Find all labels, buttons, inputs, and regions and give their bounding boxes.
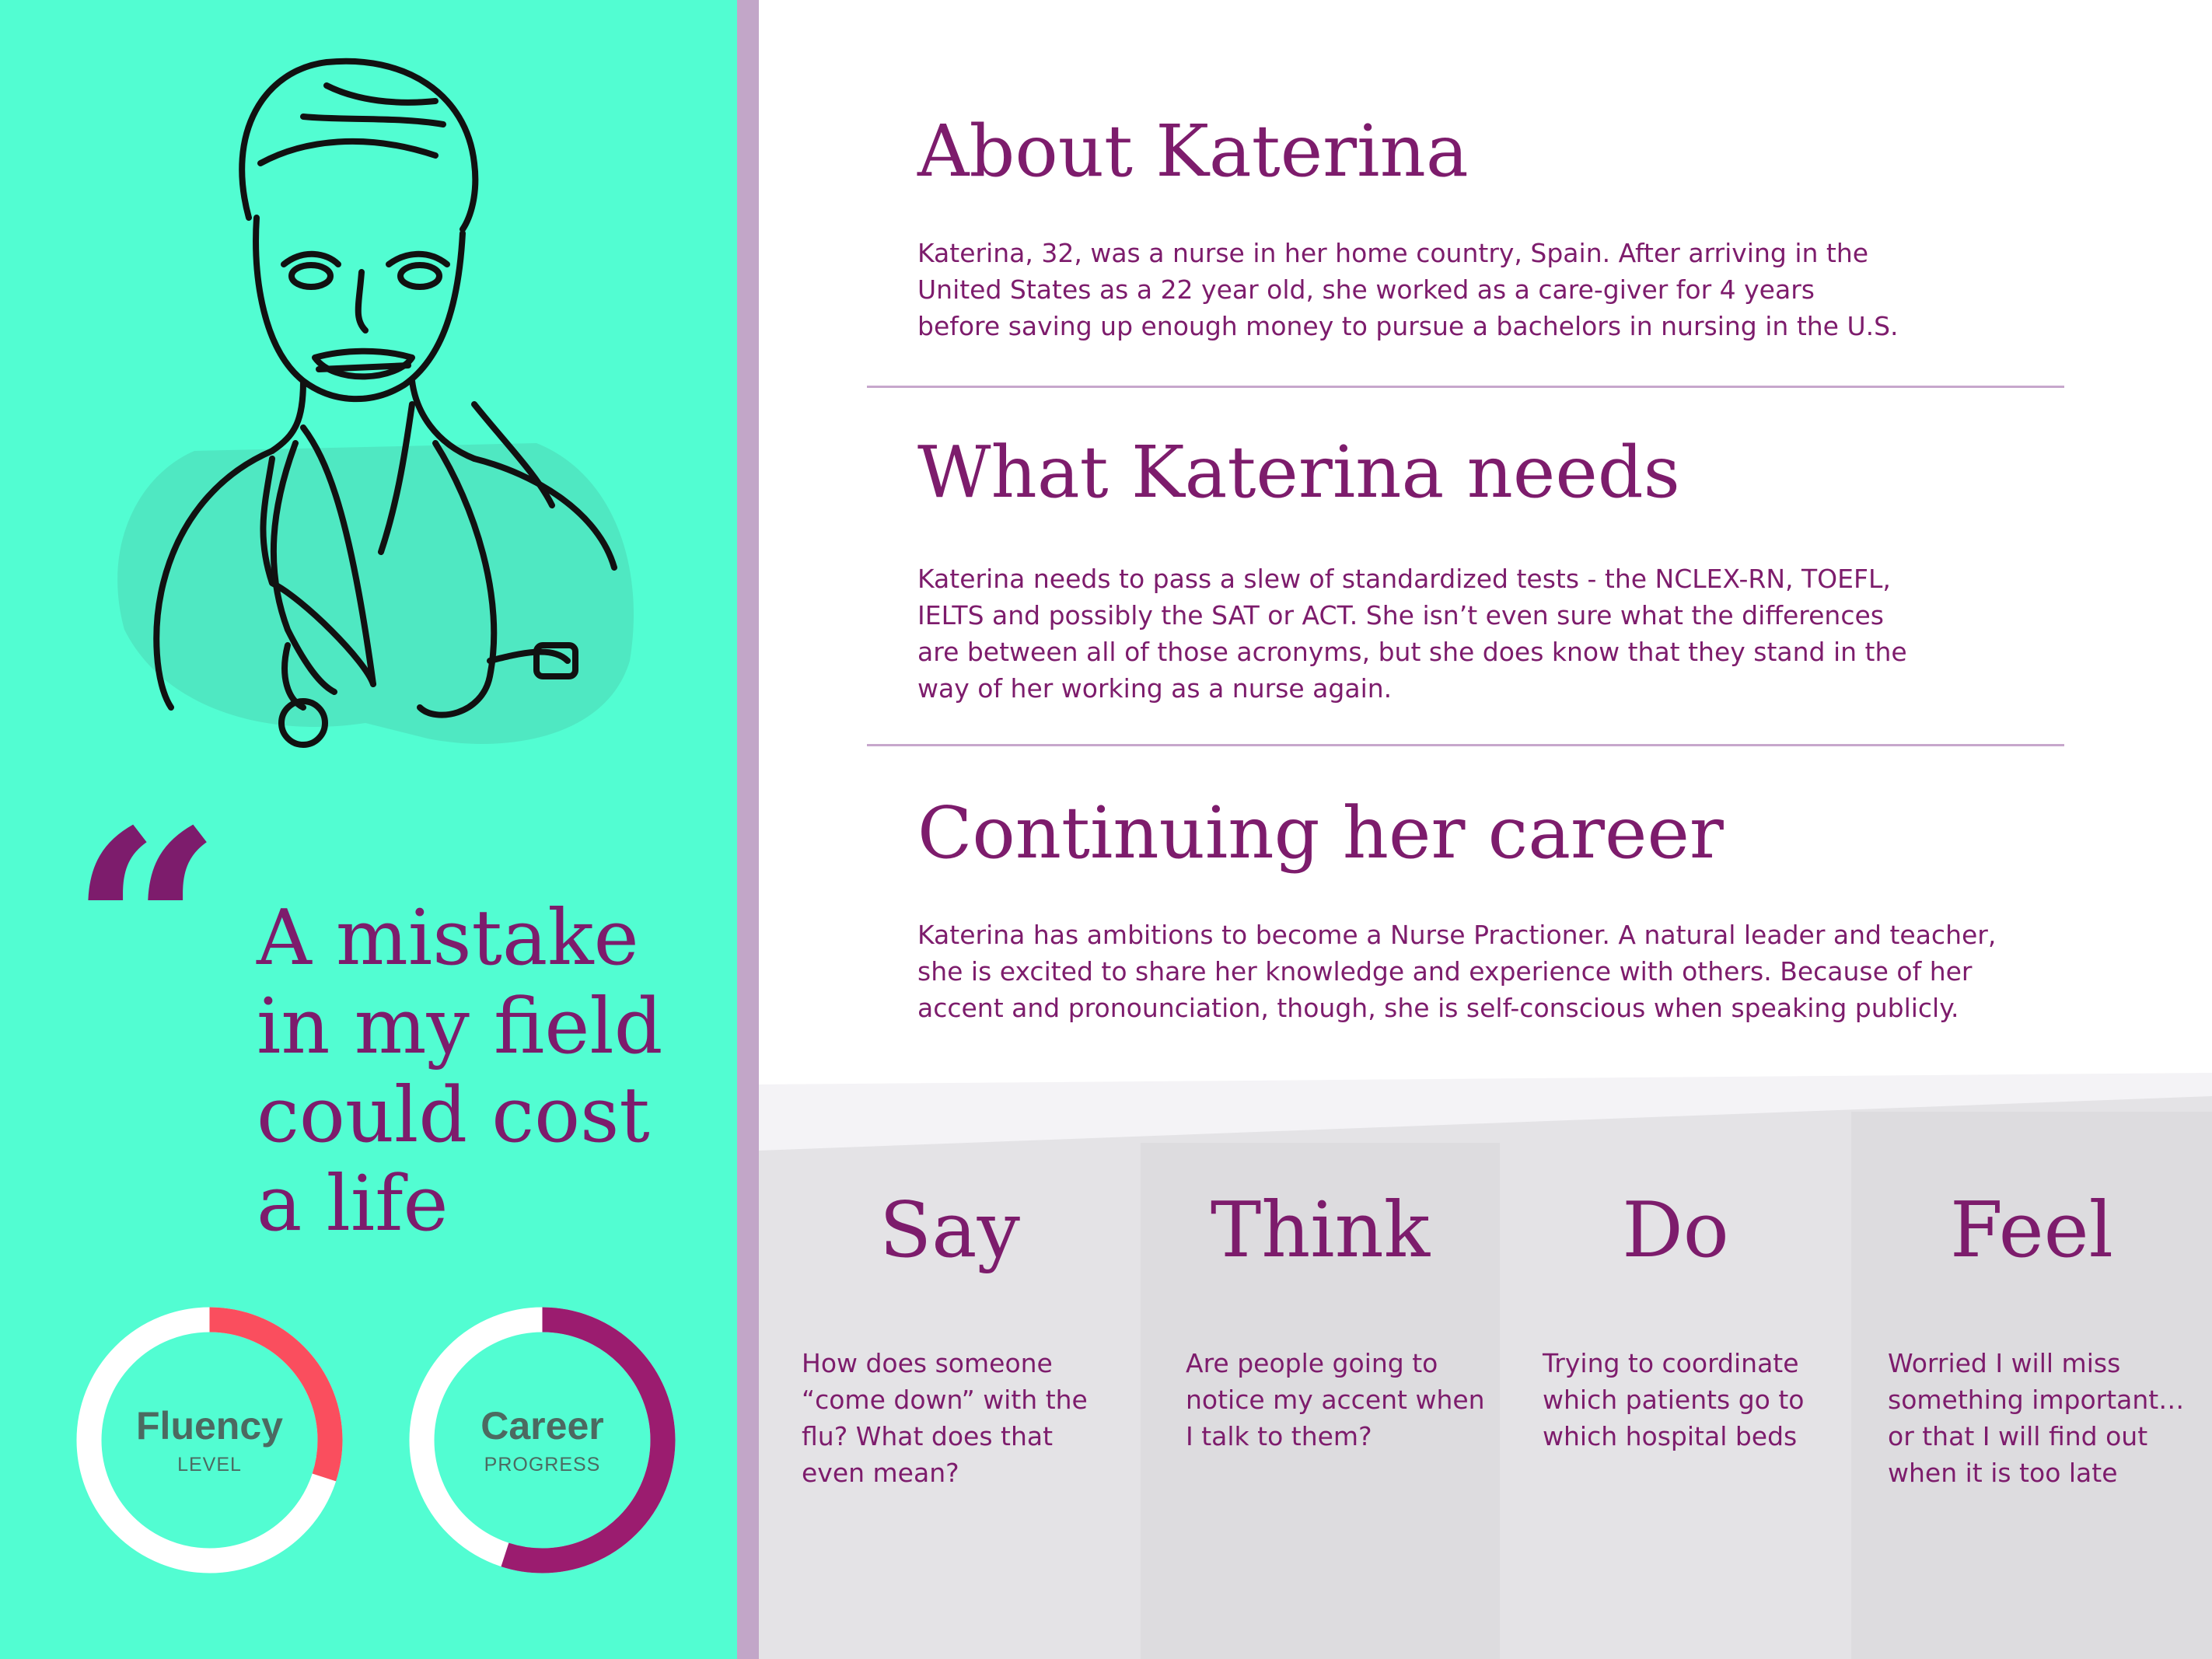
career-body: Katerina has ambitions to become a Nurse… xyxy=(917,917,2084,1026)
needs-line: are between all of those acronyms, but s… xyxy=(917,637,1907,667)
feel-heading: Feel xyxy=(1950,1186,2113,1275)
do-column: Do Trying to coordinate which patients g… xyxy=(1500,1151,1851,1659)
career-title: Career xyxy=(480,1404,604,1448)
do-text: Trying to coordinate which patients go t… xyxy=(1543,1345,1805,1455)
say-line: “come down” with the xyxy=(802,1385,1088,1415)
think-heading: Think xyxy=(1210,1186,1431,1275)
feel-line: something important… xyxy=(1888,1385,2185,1415)
say-line: even mean? xyxy=(802,1458,959,1488)
feel-line: when it is too late xyxy=(1888,1458,2118,1488)
think-line: I talk to them? xyxy=(1186,1421,1372,1451)
say-heading: Say xyxy=(879,1186,1020,1275)
say-column: Say How does someone “come down” with th… xyxy=(759,1151,1141,1659)
career-line: Katerina has ambitions to become a Nurse… xyxy=(917,920,1997,950)
about-section: About Katerina Katerina, 32, was a nurse… xyxy=(917,109,2084,344)
think-line: notice my accent when xyxy=(1186,1385,1485,1415)
feel-line: or that I will find out xyxy=(1888,1421,2148,1451)
think-column: Think Are people going to notice my acce… xyxy=(1141,1151,1500,1659)
nurse-portrait-illustration xyxy=(117,58,634,748)
career-heading: Continuing her career xyxy=(917,791,1724,875)
divider-bar xyxy=(737,0,759,1659)
about-line: Katerina, 32, was a nurse in her home co… xyxy=(917,238,1869,268)
career-gauge: Career PROGRESS xyxy=(408,1306,676,1574)
fluency-subtitle: LEVEL xyxy=(177,1454,242,1476)
feel-line: Worried I will miss xyxy=(1888,1348,2121,1378)
needs-line: IELTS and possibly the SAT or ACT. She i… xyxy=(917,600,1884,630)
quote-line: could cost xyxy=(257,1071,650,1160)
career-line: accent and pronounciation, though, she i… xyxy=(917,993,1959,1023)
think-line: Are people going to xyxy=(1186,1348,1438,1378)
think-text: Are people going to notice my accent whe… xyxy=(1186,1345,1485,1455)
section-divider xyxy=(867,744,2064,746)
say-line: How does someone xyxy=(802,1348,1053,1378)
fluency-title: Fluency xyxy=(136,1404,283,1448)
career-section: Continuing her career Katerina has ambit… xyxy=(917,791,2084,1026)
quote-text: A mistake in my field could cost a life xyxy=(257,894,692,1249)
feel-text: Worried I will miss something important…… xyxy=(1888,1345,2184,1491)
quote-line: A mistake xyxy=(257,894,639,983)
needs-section: What Katerina needs Katerina needs to pa… xyxy=(917,430,2084,707)
quote-line: in my field xyxy=(257,983,663,1071)
do-heading: Do xyxy=(1622,1186,1729,1275)
about-heading: About Katerina xyxy=(917,110,1469,193)
career-subtitle: PROGRESS xyxy=(484,1454,601,1476)
needs-body: Katerina needs to pass a slew of standar… xyxy=(917,561,2084,707)
about-line: United States as a 22 year old, she work… xyxy=(917,274,1815,305)
do-line: Trying to coordinate xyxy=(1543,1348,1799,1378)
say-line: flu? What does that xyxy=(802,1421,1054,1451)
do-line: which hospital beds xyxy=(1543,1421,1798,1451)
fluency-gauge: Fluency LEVEL xyxy=(75,1306,344,1574)
career-line: she is excited to share her knowledge an… xyxy=(917,956,1973,987)
section-divider xyxy=(867,386,2064,388)
feel-column: Feel Worried I will miss something impor… xyxy=(1851,1151,2212,1659)
quote-line: a life xyxy=(257,1160,449,1249)
needs-line: way of her working as a nurse again. xyxy=(917,673,1393,704)
needs-heading: What Katerina needs xyxy=(917,431,1680,514)
quote-mark: “ xyxy=(70,774,222,1084)
do-line: which patients go to xyxy=(1543,1385,1805,1415)
about-body: Katerina, 32, was a nurse in her home co… xyxy=(917,235,2084,344)
say-text: How does someone “come down” with the fl… xyxy=(802,1345,1088,1491)
needs-line: Katerina needs to pass a slew of standar… xyxy=(917,564,1891,594)
about-line: before saving up enough money to pursue … xyxy=(917,311,1899,341)
